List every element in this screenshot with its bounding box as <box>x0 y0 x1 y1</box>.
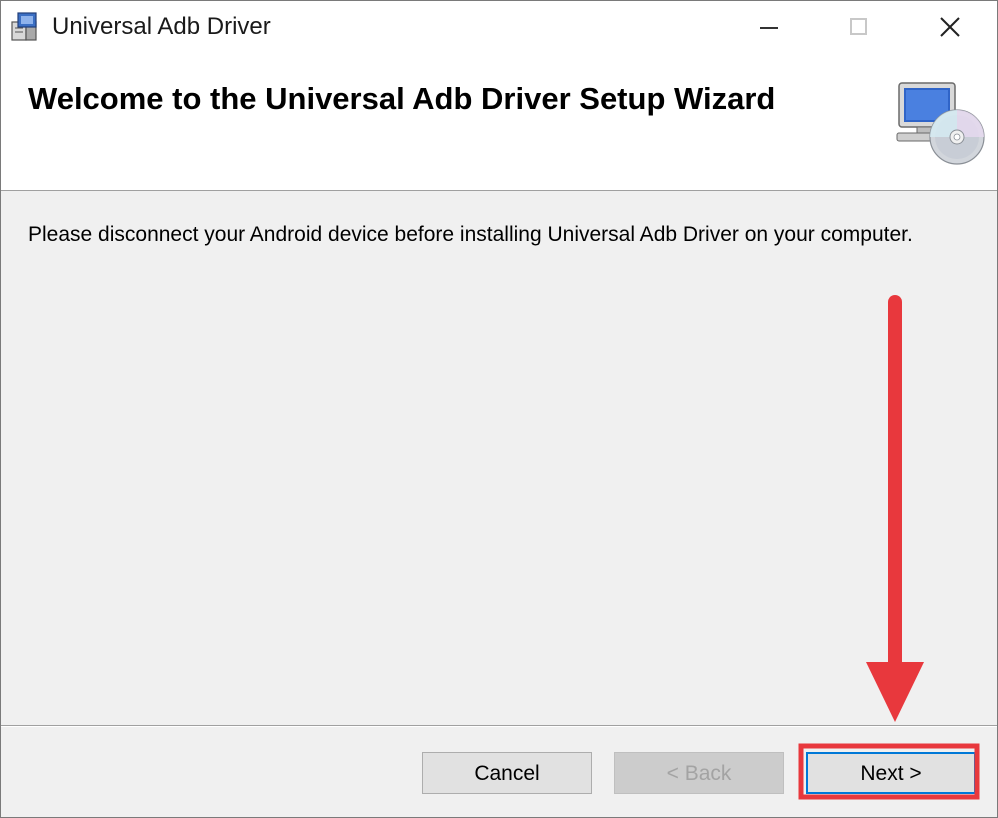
title-bar[interactable]: Universal Adb Driver <box>1 1 997 53</box>
instruction-text: Please disconnect your Android device be… <box>28 223 913 246</box>
wizard-banner: Welcome to the Universal Adb Driver Setu… <box>1 53 997 191</box>
next-button[interactable]: Next > <box>806 752 976 794</box>
close-button[interactable] <box>905 1 997 53</box>
maximize-button[interactable] <box>813 1 905 53</box>
back-button[interactable]: < Back <box>614 752 784 794</box>
cancel-button[interactable]: Cancel <box>422 752 592 794</box>
setup-window: Universal Adb Driver Welcome to the Univ… <box>0 0 998 818</box>
installer-package-icon <box>11 12 37 41</box>
bottom-divider <box>1 725 997 727</box>
computer-cd-icon <box>896 82 985 165</box>
wizard-heading: Welcome to the Universal Adb Driver Setu… <box>28 81 776 116</box>
close-icon <box>940 17 960 37</box>
window-title: Universal Adb Driver <box>52 13 271 40</box>
minimize-button[interactable] <box>723 1 815 53</box>
